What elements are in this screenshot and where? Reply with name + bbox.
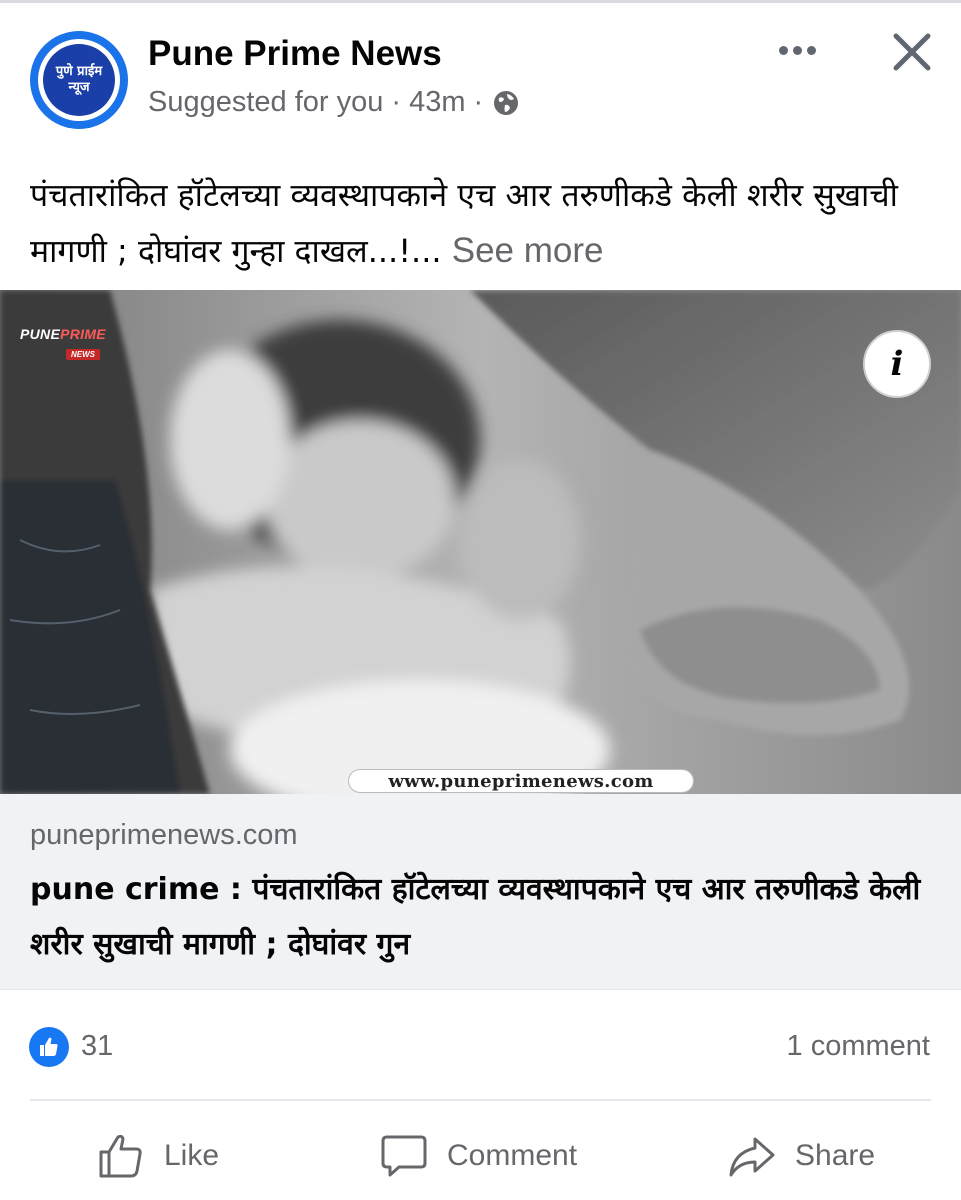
page-avatar[interactable]: पुणे प्राईम न्यूज xyxy=(30,31,128,129)
like-label: Like xyxy=(164,1139,220,1172)
meta-separator: · xyxy=(391,86,402,118)
close-icon[interactable] xyxy=(888,28,936,76)
website-watermark: www.puneprimenews.com xyxy=(348,769,694,793)
share-label: Share xyxy=(795,1139,876,1172)
avatar-text-line2: न्यूज xyxy=(68,80,90,95)
thumbs-up-glyph xyxy=(40,1037,58,1056)
link-preview[interactable]: puneprimenews.com pune crime : पंचतारांक… xyxy=(0,794,961,990)
more-icon-dot xyxy=(806,45,816,55)
thumbs-up-icon[interactable] xyxy=(29,1027,69,1067)
like-button[interactable]: Like xyxy=(96,1125,219,1187)
link-title: pune crime : पंचतारांकित हॉटेलच्या व्यवस… xyxy=(30,872,921,962)
post-header: पुणे प्राईम न्यूज Pune Prime News Sugges… xyxy=(0,0,961,150)
globe-icon xyxy=(494,90,519,115)
like-count[interactable]: 31 xyxy=(81,1030,113,1063)
actions-divider xyxy=(30,1099,931,1101)
speech-bubble-icon xyxy=(381,1135,427,1177)
page-name[interactable]: Pune Prime News xyxy=(148,34,442,74)
watermark-line1: PUNE xyxy=(20,326,61,342)
avatar-ring: पुणे प्राईम न्यूज xyxy=(38,39,120,121)
comment-button[interactable]: Comment xyxy=(379,1125,577,1187)
post-body: पंचतारांकित हॉटेलच्या व्यवस्थापकाने एच आ… xyxy=(30,167,930,279)
see-more-link[interactable]: See more xyxy=(452,231,604,270)
link-domain: puneprimenews.com xyxy=(30,819,298,851)
share-button[interactable]: Share xyxy=(727,1125,875,1187)
watermark-line2: NEWS xyxy=(66,349,100,360)
more-icon-dot xyxy=(778,45,788,55)
more-icon-dot xyxy=(792,45,802,55)
meta-separator: · xyxy=(473,86,484,118)
more-options-button[interactable] xyxy=(772,30,822,70)
post-time[interactable]: 43m xyxy=(409,86,465,119)
share-arrow-icon xyxy=(729,1137,775,1177)
suggested-label: Suggested for you xyxy=(148,86,384,118)
avatar-logo: पुणे प्राईम न्यूज xyxy=(43,44,115,116)
post-image[interactable]: PUNEPRIME NEWS xyxy=(0,290,961,794)
thumbs-up-outline-icon xyxy=(99,1134,142,1178)
avatar-text-line1: पुणे प्राईम xyxy=(55,64,103,79)
post-meta: Suggested for you · 43m · xyxy=(148,86,519,119)
comment-label: Comment xyxy=(447,1139,578,1172)
photo-illustration xyxy=(0,290,961,794)
watermark-accent: PRIME xyxy=(60,326,106,342)
comment-count[interactable]: 1 comment xyxy=(787,1030,930,1063)
info-icon[interactable]: i xyxy=(863,330,931,398)
watermark-logo: PUNEPRIME NEWS xyxy=(20,326,114,360)
